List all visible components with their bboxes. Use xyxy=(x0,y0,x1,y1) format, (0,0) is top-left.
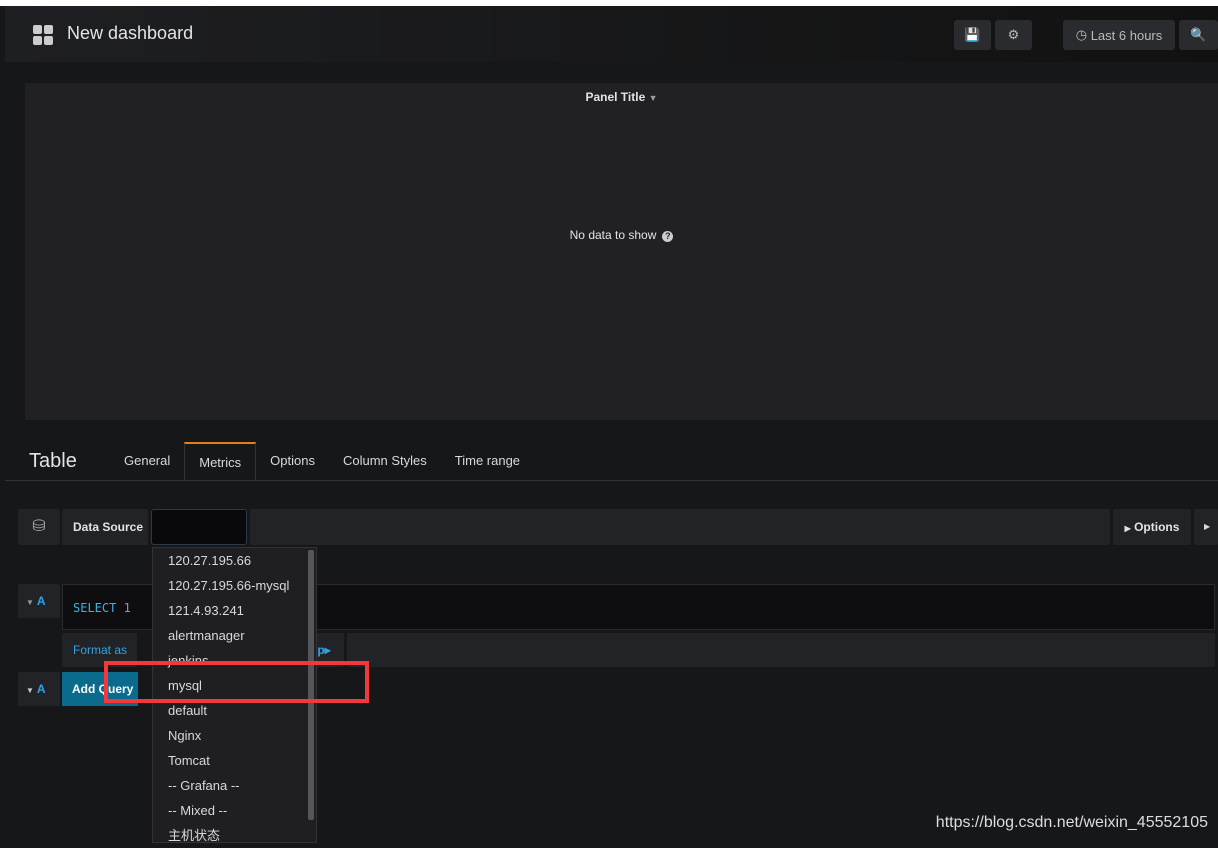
panel-title[interactable]: Panel Title ▼ xyxy=(25,90,1218,104)
zoom-out-icon[interactable]: 🔍 xyxy=(1179,20,1218,50)
gear-icon[interactable]: ⚙ xyxy=(995,20,1032,50)
save-icon[interactable]: 💾 xyxy=(954,20,991,50)
dropdown-item[interactable]: 120.27.195.66 xyxy=(153,548,316,573)
watermark: https://blog.csdn.net/weixin_45552105 xyxy=(935,814,1208,831)
dropdown-item[interactable]: -- Mixed -- xyxy=(153,798,316,823)
caret-down-icon: ▼ xyxy=(648,93,658,103)
dashboard-title[interactable]: New dashboard xyxy=(67,23,193,44)
tab-metrics[interactable]: Metrics xyxy=(184,442,257,480)
caret-right-icon[interactable]: ▶ xyxy=(1194,509,1218,545)
dropdown-item[interactable]: -- Grafana -- xyxy=(153,773,316,798)
time-range-button[interactable]: ◷ Last 6 hours xyxy=(1063,20,1175,50)
data-source-select[interactable] xyxy=(151,509,247,545)
dropdown-item[interactable]: 主机状态 xyxy=(153,823,316,848)
editor-title: Table xyxy=(29,450,77,472)
dropdown-item[interactable]: Tomcat xyxy=(153,748,316,773)
tab-column-styles[interactable]: Column Styles xyxy=(329,442,441,480)
help-icon[interactable]: ? xyxy=(662,231,674,242)
query-row-toggle[interactable]: ▼ A xyxy=(18,584,60,618)
editor-tabs: General Metrics Options Column Styles Ti… xyxy=(110,442,534,480)
tab-options[interactable]: Options xyxy=(256,442,329,480)
dropdown-item[interactable]: 120.27.195.66-mysql xyxy=(153,573,316,598)
tab-general[interactable]: General xyxy=(110,442,184,480)
options-toggle[interactable]: ▶ Options xyxy=(1113,509,1191,545)
add-query-row-toggle[interactable]: ▼ A xyxy=(18,672,60,706)
panel: Panel Title ▼ No data to show? xyxy=(25,83,1218,420)
tab-divider xyxy=(5,480,1218,481)
highlight-box xyxy=(104,661,369,703)
data-source-label: Data Source xyxy=(62,509,148,545)
data-source-filler xyxy=(250,509,1110,545)
query-options-filler xyxy=(347,633,1215,667)
database-icon: ⛁ xyxy=(18,509,60,545)
caret-right-icon: ▶ xyxy=(1124,524,1131,533)
no-data-message: No data to show? xyxy=(25,228,1218,242)
dropdown-item[interactable]: Nginx xyxy=(153,723,316,748)
tab-time-range[interactable]: Time range xyxy=(441,442,534,480)
dashboard-grid-icon[interactable] xyxy=(33,25,53,45)
top-navbar: New dashboard 💾 ⚙ ◷ Last 6 hours 🔍 xyxy=(5,6,1218,62)
time-range-label: Last 6 hours xyxy=(1090,27,1163,43)
dropdown-item[interactable]: alertmanager xyxy=(153,623,316,648)
clock-icon: ◷ xyxy=(1075,27,1091,42)
dropdown-item[interactable]: 121.4.93.241 xyxy=(153,598,316,623)
